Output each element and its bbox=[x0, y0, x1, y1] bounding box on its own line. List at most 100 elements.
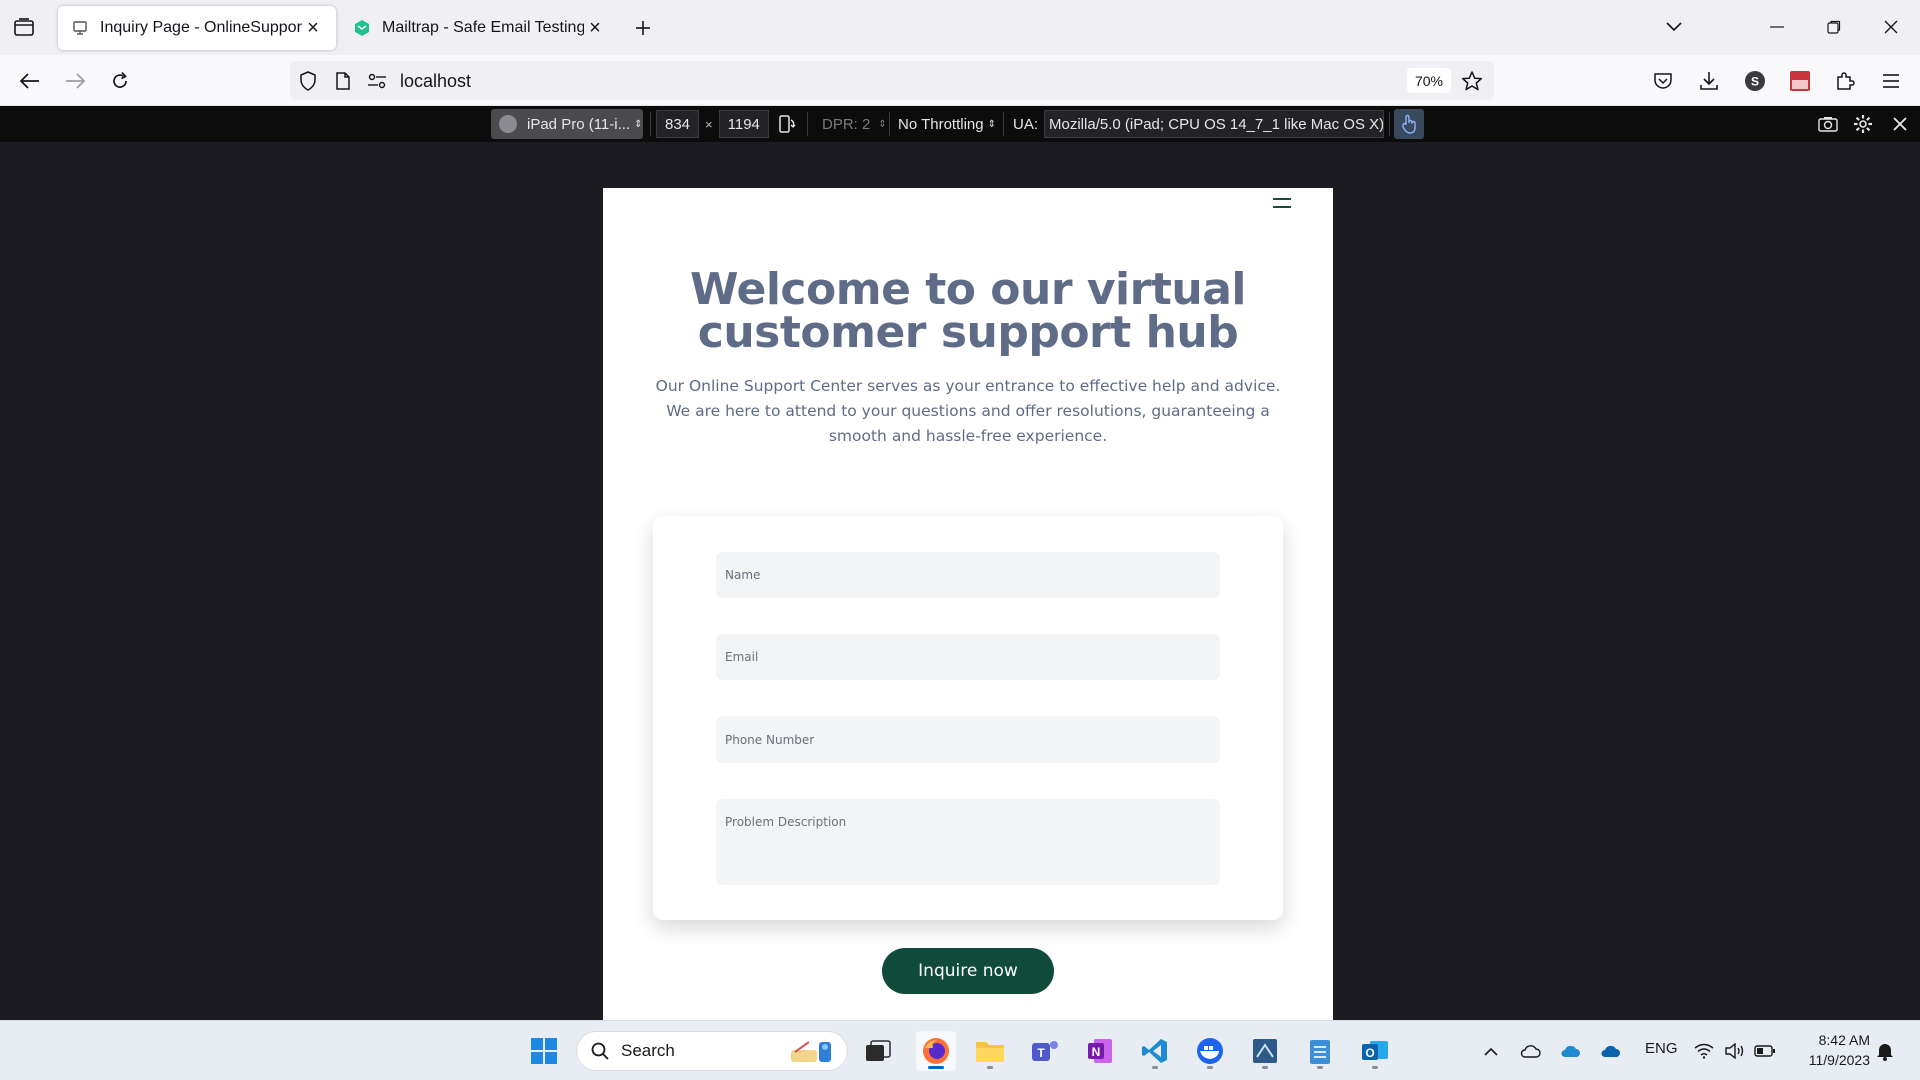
close-tab-icon[interactable]: × bbox=[302, 17, 324, 39]
select-arrows-icon: ⇕ bbox=[878, 118, 887, 130]
cors-extension-icon[interactable] bbox=[1785, 66, 1815, 96]
firefox-app-icon[interactable] bbox=[916, 1031, 956, 1071]
device-icon bbox=[499, 115, 517, 133]
running-indicator bbox=[987, 1066, 993, 1069]
problem-description-textarea[interactable]: Problem Description bbox=[716, 799, 1220, 885]
dpr-label: DPR: 2 bbox=[822, 115, 871, 133]
input-language[interactable]: ENG bbox=[1645, 1040, 1678, 1057]
select-arrows-icon: ⇕ bbox=[634, 118, 643, 130]
docker-app-icon[interactable] bbox=[1190, 1031, 1230, 1071]
forward-arrow-icon[interactable] bbox=[59, 65, 91, 97]
close-tab-icon[interactable]: × bbox=[584, 17, 606, 39]
outlook-new-app-icon[interactable]: O bbox=[1355, 1031, 1395, 1071]
user-agent: UA: Mozilla/5.0 (iPad; CPU OS 14_7_1 lik… bbox=[1007, 109, 1389, 139]
responsive-design-toolbar: iPad Pro (11-i... ⇕ 834 × 1194 DPR: 2 ⇕ … bbox=[0, 106, 1920, 142]
responsive-viewport: Welcome to our virtual customer support … bbox=[0, 142, 1920, 1020]
viewport-height-input[interactable]: 1194 bbox=[718, 110, 769, 138]
taskbar-search[interactable]: Search bbox=[576, 1031, 848, 1071]
list-all-tabs-icon[interactable] bbox=[10, 13, 38, 41]
screenshot-camera-icon[interactable] bbox=[1815, 109, 1841, 139]
restore-icon[interactable] bbox=[1817, 12, 1851, 42]
task-view-icon[interactable] bbox=[858, 1031, 898, 1071]
bookmark-star-icon[interactable] bbox=[1460, 69, 1484, 93]
system-clock[interactable]: 8:42 AM 11/9/2023 bbox=[1790, 1030, 1870, 1070]
throttling-label: No Throttling bbox=[898, 115, 984, 133]
shield-icon[interactable] bbox=[297, 70, 319, 92]
address-bar[interactable]: localhost 70% bbox=[290, 61, 1494, 100]
running-indicator bbox=[1152, 1066, 1158, 1069]
search-icon bbox=[591, 1042, 609, 1060]
navigation-toolbar: localhost 70% S bbox=[0, 55, 1920, 106]
page-subtitle: Our Online Support Center serves as your… bbox=[655, 377, 1281, 445]
clock-time: 8:42 AM bbox=[1818, 1032, 1870, 1048]
name-field[interactable]: Name bbox=[716, 552, 1220, 598]
wifi-icon[interactable] bbox=[1691, 1039, 1717, 1063]
chevron-down-icon[interactable] bbox=[1657, 12, 1691, 42]
page-title: Welcome to our virtual customer support … bbox=[690, 264, 1246, 358]
tab-inquiry-page[interactable]: Inquiry Page - OnlineSupportSy × bbox=[58, 6, 336, 50]
svg-text:S: S bbox=[1751, 75, 1759, 89]
separator bbox=[1003, 112, 1004, 136]
dimension-times: × bbox=[705, 116, 713, 132]
file-explorer-icon[interactable] bbox=[970, 1031, 1010, 1071]
vscode-app-icon[interactable] bbox=[1135, 1031, 1175, 1071]
viewport-size: 834 × 1194 bbox=[656, 109, 769, 139]
hamburger-menu-icon[interactable] bbox=[1273, 198, 1291, 212]
extensions-puzzle-icon[interactable] bbox=[1830, 66, 1860, 96]
downloads-icon[interactable] bbox=[1694, 66, 1724, 96]
separator bbox=[807, 112, 808, 136]
inquire-now-button[interactable]: Inquire now bbox=[882, 948, 1054, 994]
web-page: Welcome to our virtual customer support … bbox=[603, 188, 1333, 1020]
running-indicator bbox=[1317, 1066, 1323, 1069]
rotate-viewport-icon[interactable] bbox=[774, 109, 800, 139]
dpr-selector[interactable]: DPR: 2 ⇕ bbox=[822, 109, 887, 139]
cloud-outline-icon[interactable] bbox=[1517, 1039, 1543, 1063]
ua-label: UA: bbox=[1013, 115, 1039, 133]
notification-bell-icon[interactable] bbox=[1872, 1039, 1898, 1063]
minimize-icon[interactable] bbox=[1760, 12, 1794, 42]
ssms-app-icon[interactable] bbox=[1245, 1031, 1285, 1071]
settings-gear-icon[interactable] bbox=[1850, 109, 1876, 139]
pocket-icon[interactable] bbox=[1648, 66, 1678, 96]
tab-strip: Inquiry Page - OnlineSupportSy × Mailtra… bbox=[0, 0, 1920, 55]
notepad-app-icon[interactable] bbox=[1300, 1031, 1340, 1071]
user-agent-input[interactable]: Mozilla/5.0 (iPad; CPU OS 14_7_1 like Ma… bbox=[1044, 110, 1385, 138]
zoom-level-badge[interactable]: 70% bbox=[1407, 68, 1451, 93]
tab-mailtrap[interactable]: Mailtrap - Safe Email Testing × bbox=[340, 6, 618, 50]
back-arrow-icon[interactable] bbox=[14, 65, 46, 97]
close-rdm-icon[interactable] bbox=[1888, 109, 1912, 139]
account-avatar-icon[interactable]: S bbox=[1740, 66, 1770, 96]
email-field[interactable]: Email bbox=[716, 634, 1220, 680]
throttling-selector[interactable]: No Throttling ⇕ bbox=[898, 109, 996, 139]
device-selector[interactable]: iPad Pro (11-i... ⇕ bbox=[491, 109, 643, 139]
onenote-app-icon[interactable]: N bbox=[1080, 1031, 1120, 1071]
permissions-icon[interactable] bbox=[366, 70, 388, 92]
app-menu-icon[interactable] bbox=[1876, 66, 1906, 96]
onedrive-icon[interactable] bbox=[1557, 1039, 1583, 1063]
reload-icon[interactable] bbox=[104, 65, 136, 97]
chevron-up-icon[interactable] bbox=[1478, 1039, 1504, 1063]
svg-text:T: T bbox=[1037, 1046, 1045, 1060]
phone-number-field[interactable]: Phone Number bbox=[716, 716, 1220, 763]
viewport-width-input[interactable]: 834 bbox=[656, 110, 700, 138]
battery-icon[interactable] bbox=[1752, 1039, 1778, 1063]
search-label: Search bbox=[621, 1041, 675, 1060]
page-favicon-icon bbox=[70, 18, 90, 38]
inquiry-form-card: Name Email Phone Number Problem Descript… bbox=[653, 516, 1283, 920]
volume-icon[interactable] bbox=[1722, 1039, 1748, 1063]
svg-text:N: N bbox=[1092, 1045, 1101, 1059]
onedrive-personal-icon[interactable] bbox=[1597, 1039, 1623, 1063]
teams-app-icon[interactable]: T bbox=[1025, 1031, 1065, 1071]
new-tab-plus-icon[interactable] bbox=[628, 13, 658, 43]
separator bbox=[650, 112, 651, 136]
select-arrows-icon: ⇕ bbox=[987, 118, 996, 130]
close-window-icon[interactable] bbox=[1874, 12, 1908, 42]
touch-simulation-icon[interactable] bbox=[1394, 109, 1424, 139]
tab-title: Inquiry Page - OnlineSupportSy bbox=[100, 19, 302, 36]
page-document-icon[interactable] bbox=[332, 70, 354, 92]
mailtrap-favicon-icon bbox=[352, 18, 372, 38]
tab-title: Mailtrap - Safe Email Testing bbox=[382, 19, 584, 36]
start-windows-icon[interactable] bbox=[524, 1031, 564, 1071]
url-text[interactable]: localhost bbox=[400, 71, 471, 92]
separator bbox=[1389, 112, 1390, 136]
